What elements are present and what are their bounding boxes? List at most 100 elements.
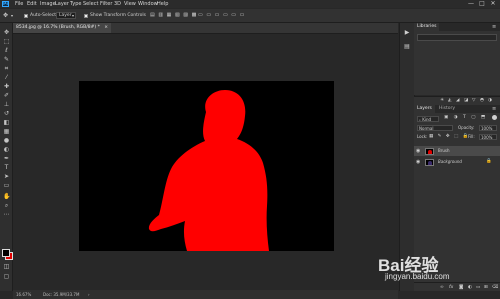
history-brush-tool-icon[interactable]: ↺ <box>3 110 10 117</box>
more-tools-icon[interactable]: ⋯ <box>3 211 10 218</box>
tab-history[interactable]: History <box>436 105 458 113</box>
close-document-icon[interactable]: × <box>104 25 108 30</box>
screen-mode-icon[interactable]: ▢ <box>3 273 10 280</box>
layer-thumbnail <box>425 158 434 166</box>
lasso-tool-icon[interactable]: ℓ <box>3 47 10 54</box>
quick-mask-icon[interactable]: ◫ <box>3 263 10 270</box>
blend-mode-value: Normal <box>419 126 434 131</box>
photoshop-logo: Ps <box>2 1 9 7</box>
tab-libraries[interactable]: Libraries <box>414 23 440 31</box>
lock-icons[interactable]: ▦ ✎ ✥ ⬚ 🔒 <box>429 134 470 140</box>
adjustment-brightness-icon[interactable]: ☀ <box>440 97 444 105</box>
auto-select-checkbox[interactable] <box>24 13 28 18</box>
gradient-tool-icon[interactable]: ▦ <box>3 128 10 135</box>
adjustment-hue-icon[interactable]: ◓ <box>480 97 484 105</box>
menu-image[interactable]: Image <box>40 0 56 8</box>
layer-filter-dropdown[interactable]: ⌕ Kind <box>417 116 439 122</box>
menu-window[interactable]: Window <box>138 0 158 8</box>
properties-icon[interactable]: ▤ <box>403 43 411 51</box>
options-bar: ✥ ▾ Auto-Select: Layer ▾ Show Transform … <box>0 9 500 23</box>
show-transform-checkbox[interactable] <box>84 13 88 18</box>
menu-layer[interactable]: Layer <box>55 0 69 8</box>
libraries-search-field[interactable] <box>417 34 497 41</box>
new-group-icon[interactable]: ▭ <box>476 283 480 292</box>
filter-toggle-icon[interactable] <box>492 115 497 120</box>
maximize-button[interactable]: □ <box>477 0 487 8</box>
tool-preset-chevron-icon[interactable]: ▾ <box>11 9 13 22</box>
tools-panel: ✥ ⬚ ℓ ✎ ⌗ ⁄ ✚ ✐ ⊥ ↺ ◧ ▦ ● ◐ ✒ T ➤ ▭ ✋ ⌕ … <box>0 23 13 291</box>
layer-filter-icons[interactable]: ▣ ◑ T ▢ ⬒ <box>444 115 487 120</box>
libraries-panel: Libraries ≡ <box>414 23 500 95</box>
adjustment-exposure-icon[interactable]: ◪ <box>464 97 468 105</box>
menu-bar: Ps File Edit Image Layer Type Select Fil… <box>0 0 500 8</box>
panel-menu-icon[interactable]: ≡ <box>492 23 496 31</box>
layer-row-brush[interactable]: ◉ Brush <box>414 146 500 156</box>
menu-3d[interactable]: 3D <box>114 0 121 8</box>
foreground-color-swatch[interactable] <box>2 249 10 257</box>
path-select-tool-icon[interactable]: ➤ <box>3 173 10 180</box>
eraser-tool-icon[interactable]: ◧ <box>3 119 10 126</box>
menu-view[interactable]: View <box>124 0 136 8</box>
menu-file[interactable]: File <box>15 0 23 8</box>
brush-tool-icon[interactable]: ✐ <box>3 92 10 99</box>
lock-icon: 🔒 <box>486 159 492 164</box>
blend-mode-dropdown[interactable]: Normal <box>417 125 453 131</box>
menu-select[interactable]: Select <box>83 0 98 8</box>
minimize-button[interactable]: — <box>466 0 476 8</box>
align-icons[interactable]: ▤ ▥ ▦ ▧ ▨ ▩ <box>150 9 197 22</box>
eyedropper-tool-icon[interactable]: ⁄ <box>3 74 10 81</box>
zoom-level[interactable]: 16.67% <box>16 290 31 299</box>
delete-layer-icon[interactable]: ⌫ <box>492 283 498 292</box>
pen-tool-icon[interactable]: ✒ <box>3 155 10 162</box>
show-transform-label: Show Transform Controls <box>90 13 146 18</box>
visibility-eye-icon[interactable]: ◉ <box>416 157 420 167</box>
layer-name: Brush <box>438 148 450 153</box>
layer-row-background[interactable]: ◉ Background 🔒 <box>414 157 500 167</box>
layer-name: Background <box>438 159 462 164</box>
status-bar: 16.67% Doc: 35.9M/33.7M › <box>13 290 398 299</box>
visibility-eye-icon[interactable]: ◉ <box>416 146 420 156</box>
chevron-down-icon: ▾ <box>71 13 74 18</box>
crop-tool-icon[interactable]: ⌗ <box>3 65 10 72</box>
blur-tool-icon[interactable]: ● <box>3 137 10 144</box>
rectangle-tool-icon[interactable]: ▭ <box>3 182 10 189</box>
layers-panel-menu-icon[interactable]: ≡ <box>492 105 496 113</box>
status-arrow-icon[interactable]: › <box>88 290 90 299</box>
adjustment-vibrance-icon[interactable]: ▽ <box>472 97 475 105</box>
adjustment-curves-icon[interactable]: ◢ <box>456 97 459 105</box>
clone-stamp-tool-icon[interactable]: ⊥ <box>3 101 10 108</box>
hand-tool-icon[interactable]: ✋ <box>3 193 10 200</box>
play-icon[interactable]: ▶ <box>403 29 411 37</box>
adjustment-color-icon[interactable]: ◑ <box>488 97 492 105</box>
adjustment-layer-icon[interactable]: ◐ <box>468 283 472 292</box>
menu-type[interactable]: Type <box>70 0 81 8</box>
quick-select-tool-icon[interactable]: ✎ <box>3 56 10 63</box>
dodge-tool-icon[interactable]: ◐ <box>3 146 10 153</box>
lock-label: Lock: <box>417 134 428 139</box>
tab-layers[interactable]: Layers <box>414 105 435 113</box>
move-tool-icon[interactable]: ✥ <box>3 9 8 22</box>
opacity-field[interactable]: 100% <box>479 125 497 131</box>
zoom-tool-icon[interactable]: ⌕ <box>3 202 10 209</box>
layer-style-icon[interactable]: fx <box>449 283 453 292</box>
type-tool-icon[interactable]: T <box>3 164 10 171</box>
auto-select-label: Auto-Select: <box>30 13 58 18</box>
marquee-tool-icon[interactable]: ⬚ <box>3 38 10 45</box>
adjustment-levels-icon[interactable]: ◭ <box>448 97 451 105</box>
new-layer-icon[interactable]: ⊞ <box>484 283 488 292</box>
menu-filter[interactable]: Filter <box>100 0 112 8</box>
move-tool-icon[interactable]: ✥ <box>3 29 10 36</box>
red-figure-silhouette <box>148 90 269 251</box>
menu-help[interactable]: Help <box>157 0 168 8</box>
close-window-button[interactable]: ✕ <box>488 0 498 8</box>
fill-field[interactable]: 100% <box>479 134 497 140</box>
document-tab[interactable]: 8534.jpg @ 16.7% (Brush, RGB/8#) * × <box>13 23 112 33</box>
add-mask-icon[interactable]: ◙ <box>459 283 463 292</box>
menu-edit[interactable]: Edit <box>27 0 37 8</box>
distribute-icons[interactable]: ▭ ▭ ▭ ▭ ▭ ▭ <box>198 9 245 22</box>
auto-select-dropdown[interactable]: Layer ▾ <box>56 12 76 19</box>
healing-brush-tool-icon[interactable]: ✚ <box>3 83 10 90</box>
opacity-value: 100% <box>481 126 493 131</box>
link-layers-icon[interactable]: ∞ <box>440 283 444 292</box>
image-canvas[interactable] <box>79 81 334 251</box>
